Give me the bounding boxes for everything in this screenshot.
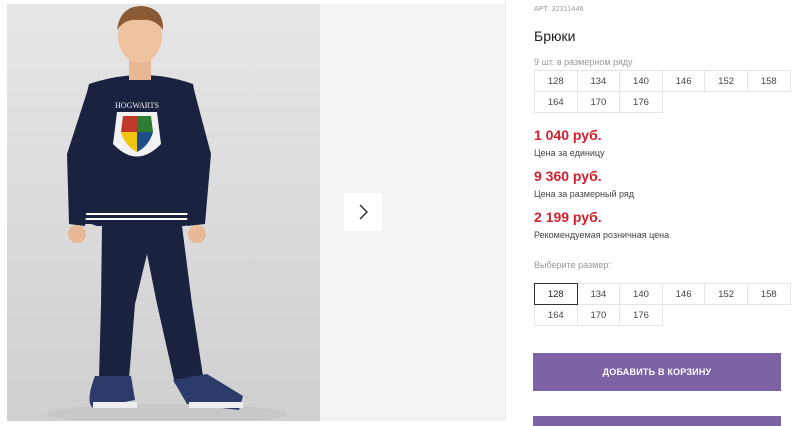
- retail-price-label: Рекомендуемая розничная цена: [534, 230, 670, 240]
- range-note: 9 шт. в размерном ряду: [534, 57, 633, 67]
- unit-price-label: Цена за единицу: [534, 148, 605, 158]
- range-size: 170: [576, 91, 621, 113]
- range-size: 128: [534, 70, 578, 92]
- range-size-grid: 128 134 140 146 152 158 164 170 176: [534, 70, 791, 113]
- range-price: 9 360 руб.: [534, 168, 602, 184]
- size-option[interactable]: 140: [619, 283, 663, 305]
- range-size: 140: [619, 70, 663, 92]
- size-selector: 128 134 140 146 152 158 164 170 176: [534, 283, 791, 326]
- next-image-button[interactable]: [344, 193, 382, 231]
- size-option[interactable]: 146: [661, 283, 706, 305]
- retail-price: 2 199 руб.: [534, 209, 602, 225]
- unit-price: 1 040 руб.: [534, 127, 602, 143]
- product-title: Брюки: [534, 28, 576, 44]
- size-option[interactable]: 164: [534, 304, 578, 326]
- range-size: 146: [661, 70, 706, 92]
- range-size: 158: [746, 70, 791, 92]
- article-number: АРТ. 32311446: [534, 6, 584, 13]
- range-size: 152: [704, 70, 748, 92]
- range-size: 176: [619, 91, 663, 113]
- chevron-right-icon: [359, 204, 369, 220]
- divider: [505, 0, 506, 421]
- size-option[interactable]: 176: [619, 304, 663, 326]
- range-size: 164: [534, 91, 578, 113]
- choose-size-label: Выберите размер:: [534, 260, 611, 270]
- range-size: 134: [576, 70, 621, 92]
- svg-text:HOGWARTS: HOGWARTS: [115, 101, 159, 110]
- secondary-button[interactable]: [533, 416, 781, 426]
- size-option-selected[interactable]: 128: [534, 283, 578, 305]
- size-option[interactable]: 152: [704, 283, 748, 305]
- add-to-cart-button[interactable]: ДОБАВИТЬ В КОРЗИНУ: [533, 353, 781, 391]
- product-photo: HOGWARTS: [7, 4, 320, 421]
- size-option[interactable]: 158: [746, 283, 791, 305]
- range-price-label: Цена за размерный ряд: [534, 189, 635, 199]
- boy-illustration: HOGWARTS: [47, 6, 287, 421]
- size-option[interactable]: 134: [576, 283, 621, 305]
- size-option[interactable]: 170: [576, 304, 621, 326]
